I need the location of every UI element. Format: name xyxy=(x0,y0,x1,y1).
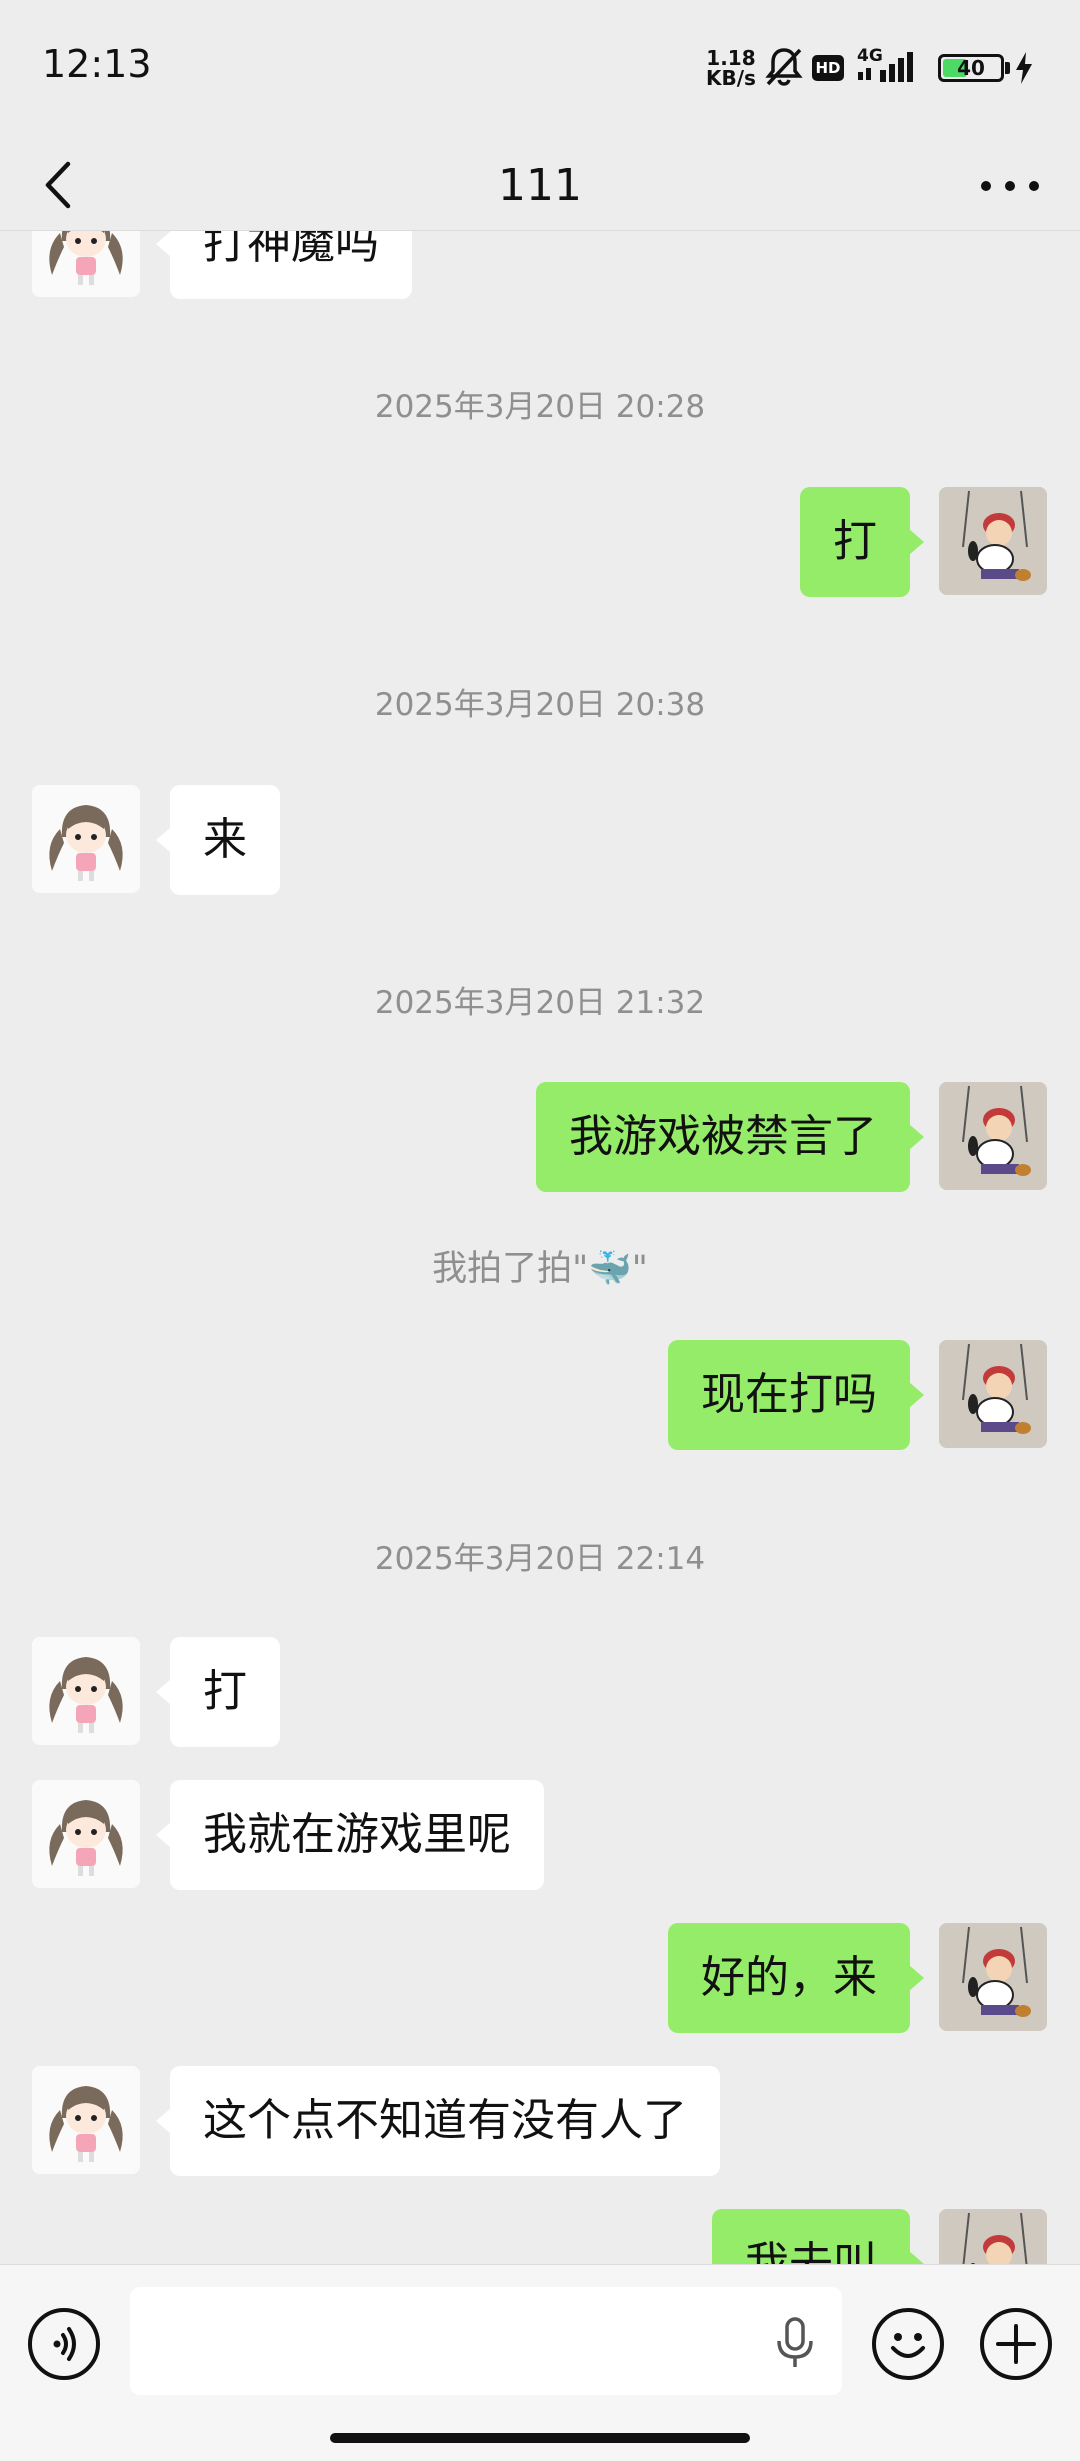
contact-avatar[interactable] xyxy=(32,2066,140,2174)
message-bubble-incoming[interactable]: 来 xyxy=(156,785,280,895)
chat-header: 111 xyxy=(0,130,1080,231)
voice-wave-icon xyxy=(53,2327,76,2361)
girl-avatar-icon xyxy=(32,785,140,893)
my-avatar[interactable] xyxy=(939,1923,1047,2031)
message-input[interactable] xyxy=(130,2287,842,2395)
message-bubble-outgoing[interactable]: 我游戏被禁言了 xyxy=(536,1082,924,1192)
snoopy-swing-avatar-icon xyxy=(939,2209,1047,2264)
status-bar: 12:13 1.18 KB/s HD 4G 40 xyxy=(0,0,1080,130)
message-bubble-incoming[interactable]: 我就在游戏里呢 xyxy=(156,1780,544,1890)
plus-icon[interactable] xyxy=(980,2308,1052,2380)
more-dots-icon[interactable] xyxy=(970,150,1050,220)
home-indicator[interactable] xyxy=(330,2433,750,2443)
input-bar xyxy=(0,2264,1080,2461)
voice-toggle-icon[interactable] xyxy=(28,2308,100,2380)
girl-avatar-icon xyxy=(32,1637,140,1745)
snoopy-swing-avatar-icon xyxy=(939,1082,1047,1190)
girl-avatar-icon xyxy=(32,231,140,297)
mute-bell-icon xyxy=(765,48,803,86)
message-bubble-outgoing[interactable]: 现在打吗 xyxy=(668,1340,924,1450)
message-bubble-outgoing[interactable]: 好的，来 xyxy=(668,1923,924,2033)
network-speed: 1.18 KB/s xyxy=(706,46,756,90)
my-avatar[interactable] xyxy=(939,1082,1047,1190)
snoopy-swing-avatar-icon xyxy=(939,1340,1047,1448)
battery-icon: 40 xyxy=(938,54,1004,82)
contact-avatar[interactable] xyxy=(32,785,140,893)
my-avatar[interactable] xyxy=(939,487,1047,595)
microphone-icon[interactable] xyxy=(770,2315,820,2371)
my-avatar[interactable] xyxy=(939,2209,1047,2264)
signal-icon xyxy=(858,52,913,82)
message-bubble-incoming[interactable]: 打神魔吗 xyxy=(156,231,412,299)
snoopy-swing-avatar-icon xyxy=(939,1923,1047,2031)
smile-face-icon xyxy=(891,2333,925,2358)
battery-level: 40 xyxy=(957,56,985,80)
snoopy-swing-avatar-icon xyxy=(939,487,1047,595)
contact-avatar[interactable] xyxy=(32,1637,140,1745)
message-list[interactable]: 打神魔吗 2025年3月20日 20:28 打 2025年3月20日 20:38 xyxy=(0,231,1080,2264)
girl-avatar-icon xyxy=(32,2066,140,2174)
timestamp: 2025年3月20日 20:38 xyxy=(374,687,706,723)
battery-tip xyxy=(1005,62,1010,74)
emoji-icon[interactable] xyxy=(872,2308,944,2380)
timestamp: 2025年3月20日 21:32 xyxy=(374,985,706,1021)
message-bubble-incoming[interactable]: 打 xyxy=(156,1637,280,1747)
message-bubble-incoming[interactable]: 这个点不知道有没有人了 xyxy=(156,2066,720,2176)
message-bubble-outgoing[interactable]: 我去叫 xyxy=(712,2209,924,2264)
pat-notice: 我拍了拍"🐳" xyxy=(432,1249,648,1289)
status-time: 12:13 xyxy=(42,42,152,86)
contact-avatar[interactable] xyxy=(32,1780,140,1888)
message-bubble-outgoing[interactable]: 打 xyxy=(800,487,924,597)
hd-icon: HD xyxy=(812,55,844,81)
plus-sign-icon xyxy=(996,2324,1036,2364)
contact-avatar[interactable] xyxy=(32,231,140,297)
girl-avatar-icon xyxy=(32,1780,140,1888)
charging-icon xyxy=(1016,52,1032,84)
my-avatar[interactable] xyxy=(939,1340,1047,1448)
chat-title: 111 xyxy=(498,160,582,211)
timestamp: 2025年3月20日 20:28 xyxy=(374,389,706,425)
timestamp: 2025年3月20日 22:14 xyxy=(374,1541,706,1577)
